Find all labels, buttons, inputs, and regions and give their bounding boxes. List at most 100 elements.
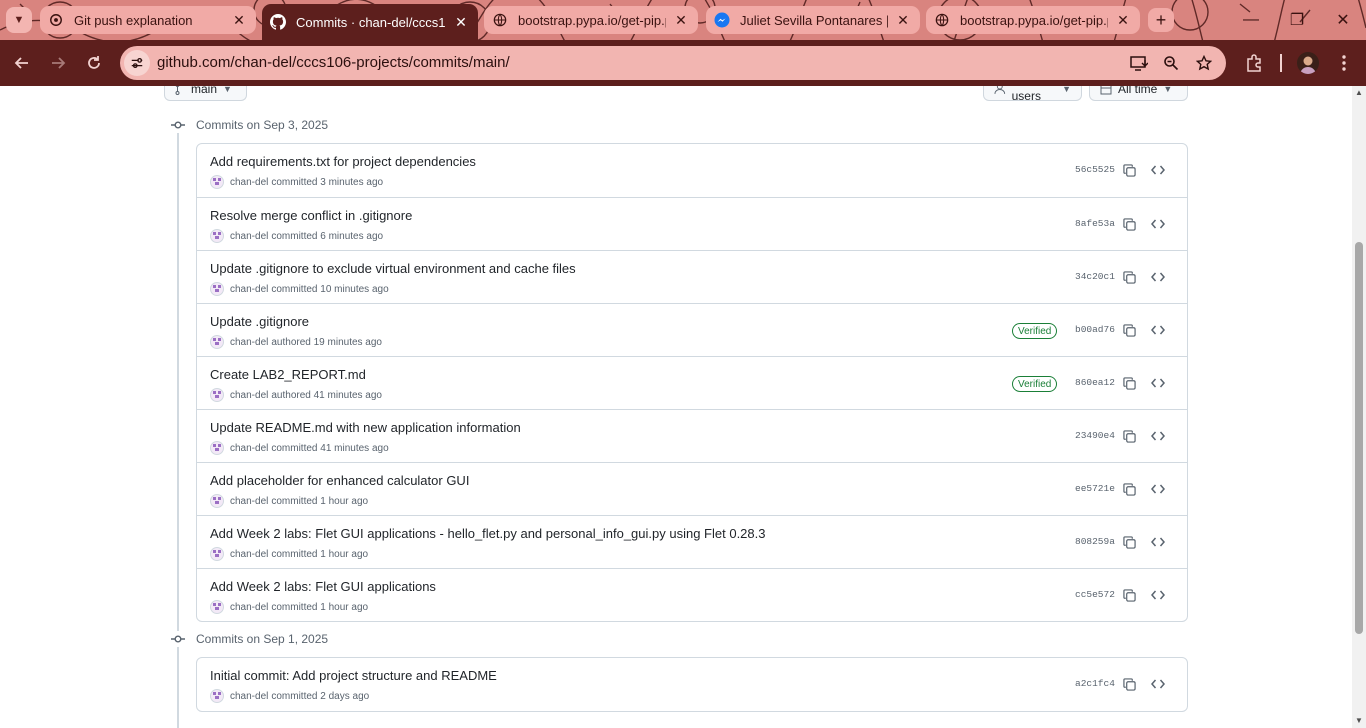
author-link[interactable]: chan-del bbox=[230, 177, 268, 188]
author-avatar[interactable] bbox=[210, 175, 224, 189]
copy-sha-button[interactable] bbox=[1119, 373, 1139, 393]
author-link[interactable]: chan-del bbox=[230, 496, 268, 507]
branch-selector[interactable]: main ▼ bbox=[164, 86, 247, 101]
copy-sha-button[interactable] bbox=[1119, 479, 1139, 499]
commit-sha-link[interactable]: cc5e572 bbox=[1075, 589, 1115, 600]
browse-repo-button[interactable] bbox=[1148, 160, 1168, 180]
author-avatar[interactable] bbox=[210, 335, 224, 349]
commit-message-link[interactable]: Resolve merge conflict in .gitignore bbox=[210, 208, 412, 223]
users-filter[interactable]: All users ▼ bbox=[983, 86, 1082, 103]
bookmark-star-icon[interactable] bbox=[1192, 51, 1216, 75]
author-avatar[interactable] bbox=[210, 441, 224, 455]
copy-sha-button[interactable] bbox=[1119, 585, 1139, 605]
copy-sha-button[interactable] bbox=[1119, 160, 1139, 180]
browse-repo-button[interactable] bbox=[1148, 373, 1168, 393]
commit-time: authored 41 minutes ago bbox=[271, 389, 382, 401]
close-icon[interactable]: ✕ bbox=[1114, 11, 1132, 29]
author-link[interactable]: chan-del bbox=[230, 443, 268, 454]
time-filter[interactable]: All time ▼ bbox=[1089, 86, 1188, 101]
tab-title: Commits · chan-del/cccs106-projects bbox=[296, 14, 446, 30]
author-avatar[interactable] bbox=[210, 229, 224, 243]
browser-menu-icon[interactable] bbox=[1332, 51, 1356, 75]
commit-message-link[interactable]: Initial commit: Add project structure an… bbox=[210, 668, 497, 683]
author-avatar[interactable] bbox=[210, 600, 224, 614]
browse-repo-button[interactable] bbox=[1148, 267, 1168, 287]
reload-button[interactable] bbox=[80, 49, 108, 77]
browse-repo-button[interactable] bbox=[1148, 479, 1168, 499]
close-icon[interactable]: ✕ bbox=[230, 11, 248, 29]
verified-badge[interactable]: Verified bbox=[1012, 376, 1058, 392]
close-icon[interactable]: ✕ bbox=[452, 13, 470, 31]
browse-repo-button[interactable] bbox=[1148, 585, 1168, 605]
author-avatar[interactable] bbox=[210, 494, 224, 508]
tab-git-push[interactable]: Git push explanation ✕ bbox=[40, 6, 256, 34]
close-icon[interactable]: ✕ bbox=[894, 11, 912, 29]
commit-message-link[interactable]: Add requirements.txt for project depende… bbox=[210, 154, 476, 169]
commit-message-link[interactable]: Update .gitignore to exclude virtual env… bbox=[210, 261, 576, 276]
commit-message-link[interactable]: Update README.md with new application in… bbox=[210, 420, 521, 435]
extensions-icon[interactable] bbox=[1242, 51, 1266, 75]
scroll-thumb[interactable] bbox=[1355, 242, 1363, 634]
copy-sha-button[interactable] bbox=[1119, 674, 1139, 694]
forward-button[interactable] bbox=[44, 49, 72, 77]
browse-repo-button[interactable] bbox=[1148, 674, 1168, 694]
copy-sha-button[interactable] bbox=[1119, 320, 1139, 340]
author-avatar[interactable] bbox=[210, 547, 224, 561]
tab-get-pip-1[interactable]: bootstrap.pypa.io/get-pip.py ✕ bbox=[484, 6, 698, 34]
close-window-button[interactable]: ✕ bbox=[1320, 0, 1366, 40]
restore-button[interactable]: ❐ bbox=[1274, 0, 1320, 40]
tab-messenger[interactable]: Juliet Sevilla Pontanares | Messenger ✕ bbox=[706, 6, 920, 34]
commit-sha-link[interactable]: ee5721e bbox=[1075, 483, 1115, 494]
author-link[interactable]: chan-del bbox=[230, 602, 268, 613]
page-scrollbar[interactable]: ▲ ▼ bbox=[1352, 86, 1366, 728]
install-app-icon[interactable] bbox=[1127, 51, 1151, 75]
commit-sha-link[interactable]: 808259a bbox=[1075, 536, 1115, 547]
author-link[interactable]: chan-del bbox=[230, 390, 268, 401]
new-tab-button[interactable]: + bbox=[1148, 8, 1174, 32]
scroll-down-arrow[interactable]: ▼ bbox=[1354, 716, 1364, 726]
url-text[interactable]: github.com/chan-del/cccs106-projects/com… bbox=[157, 54, 510, 71]
author-link[interactable]: chan-del bbox=[230, 691, 268, 702]
author-link[interactable]: chan-del bbox=[230, 231, 268, 242]
copy-icon bbox=[1122, 163, 1136, 177]
tab-commits[interactable]: Commits · chan-del/cccs106-projects ✕ bbox=[262, 4, 478, 40]
commit-message-link[interactable]: Add placeholder for enhanced calculator … bbox=[210, 473, 469, 488]
commit-message-link[interactable]: Add Week 2 labs: Flet GUI applications -… bbox=[210, 526, 765, 541]
verified-badge[interactable]: Verified bbox=[1012, 323, 1058, 339]
commit-message-link[interactable]: Update .gitignore bbox=[210, 314, 309, 329]
zoom-icon[interactable] bbox=[1159, 51, 1183, 75]
profile-avatar[interactable] bbox=[1297, 52, 1319, 74]
commit-sha-link[interactable]: a2c1fc4 bbox=[1075, 678, 1115, 689]
commit-sha-link[interactable]: 34c20c1 bbox=[1075, 271, 1115, 282]
commit-sha-link[interactable]: b00ad76 bbox=[1075, 324, 1115, 335]
site-info-icon[interactable] bbox=[124, 50, 150, 76]
author-link[interactable]: chan-del bbox=[230, 549, 268, 560]
browse-repo-button[interactable] bbox=[1148, 214, 1168, 234]
copy-sha-button[interactable] bbox=[1119, 426, 1139, 446]
back-button[interactable] bbox=[8, 49, 36, 77]
author-avatar[interactable] bbox=[210, 282, 224, 296]
browse-repo-button[interactable] bbox=[1148, 426, 1168, 446]
commit-row: Add Week 2 labs: Flet GUI applications c… bbox=[197, 568, 1187, 621]
commit-message-link[interactable]: Create LAB2_REPORT.md bbox=[210, 367, 366, 382]
tab-search-dropdown[interactable]: ▼ bbox=[6, 7, 32, 33]
scroll-up-arrow[interactable]: ▲ bbox=[1354, 88, 1364, 98]
browse-repo-button[interactable] bbox=[1148, 320, 1168, 340]
commit-sha-link[interactable]: 8afe53a bbox=[1075, 218, 1115, 229]
commit-sha-link[interactable]: 23490e4 bbox=[1075, 430, 1115, 441]
author-avatar[interactable] bbox=[210, 388, 224, 402]
copy-sha-button[interactable] bbox=[1119, 267, 1139, 287]
copy-sha-button[interactable] bbox=[1119, 214, 1139, 234]
commit-sha-link[interactable]: 860ea12 bbox=[1075, 377, 1115, 388]
commit-message-link[interactable]: Add Week 2 labs: Flet GUI applications bbox=[210, 579, 436, 594]
copy-sha-button[interactable] bbox=[1119, 532, 1139, 552]
author-link[interactable]: chan-del bbox=[230, 337, 268, 348]
commit-sha-link[interactable]: 56c5525 bbox=[1075, 164, 1115, 175]
minimize-button[interactable]: — bbox=[1228, 0, 1274, 40]
author-avatar[interactable] bbox=[210, 689, 224, 703]
commit-meta: chan-del committed 1 hour ago bbox=[210, 547, 368, 561]
close-icon[interactable]: ✕ bbox=[672, 11, 690, 29]
author-link[interactable]: chan-del bbox=[230, 284, 268, 295]
tab-get-pip-2[interactable]: bootstrap.pypa.io/get-pip.py ✕ bbox=[926, 6, 1140, 34]
browse-repo-button[interactable] bbox=[1148, 532, 1168, 552]
